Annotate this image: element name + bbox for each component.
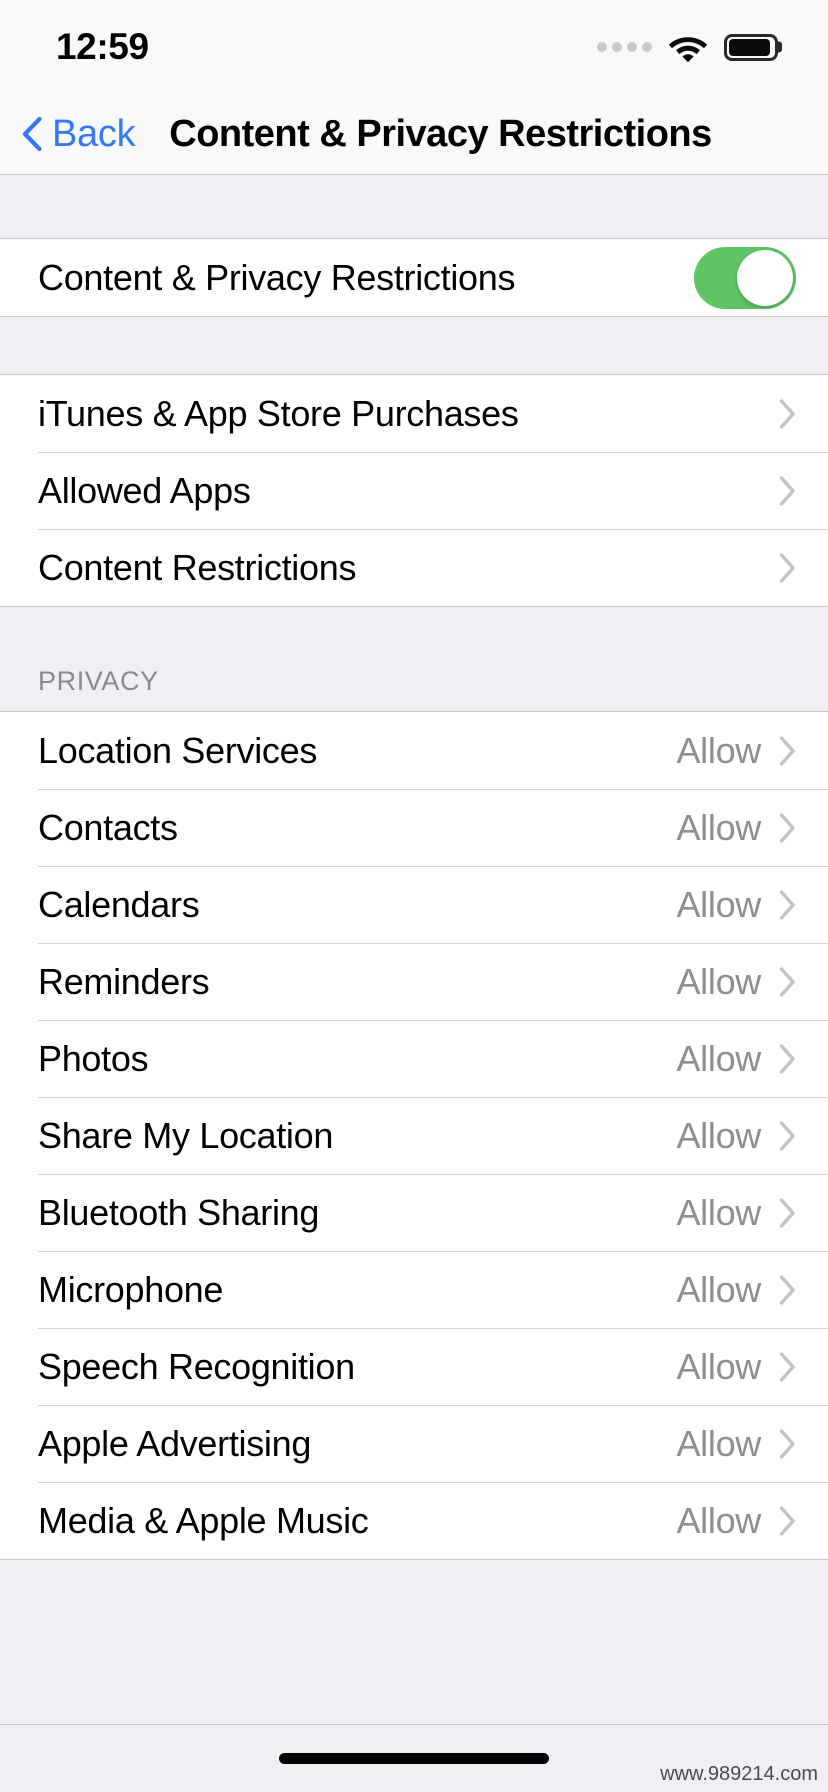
row-value: Allow — [676, 1422, 761, 1464]
row-location-services[interactable]: Location Services Allow — [0, 712, 828, 789]
row-allowed-apps[interactable]: Allowed Apps — [0, 452, 828, 529]
row-photos[interactable]: Photos Allow — [0, 1020, 828, 1097]
page-title: Content & Privacy Restrictions — [169, 112, 712, 155]
section-gap-middle — [0, 317, 828, 374]
watermark: www.989214.com — [660, 1763, 818, 1785]
row-value: Allow — [676, 1114, 761, 1156]
chevron-right-icon — [779, 552, 796, 583]
row-label: Location Services — [38, 729, 318, 771]
privacy-section-header: PRIVACY — [0, 607, 828, 711]
row-label: iTunes & App Store Purchases — [38, 392, 519, 434]
row-content-restrictions[interactable]: Content Restrictions — [0, 529, 828, 606]
row-label: Contacts — [38, 806, 178, 848]
settings-list[interactable]: Content & Privacy Restrictions iTunes & … — [0, 175, 828, 1724]
row-label: Apple Advertising — [38, 1422, 312, 1464]
row-value: Allow — [676, 960, 761, 1002]
row-label: Allowed Apps — [38, 469, 251, 511]
row-value: Allow — [676, 1268, 761, 1310]
row-value: Allow — [676, 1345, 761, 1387]
row-label: Content & Privacy Restrictions — [38, 256, 516, 298]
row-share-my-location[interactable]: Share My Location Allow — [0, 1097, 828, 1174]
row-value: Allow — [676, 806, 761, 848]
row-label: Bluetooth Sharing — [38, 1191, 320, 1233]
chevron-right-icon — [779, 966, 796, 997]
row-microphone[interactable]: Microphone Allow — [0, 1251, 828, 1328]
privacy-section-header-label: PRIVACY — [38, 666, 159, 696]
content-privacy-restrictions-toggle[interactable] — [694, 246, 796, 309]
battery-level — [729, 38, 770, 56]
wifi-icon — [668, 33, 708, 62]
chevron-right-icon — [779, 398, 796, 429]
row-contacts[interactable]: Contacts Allow — [0, 789, 828, 866]
row-apple-advertising[interactable]: Apple Advertising Allow — [0, 1405, 828, 1482]
status-indicators — [597, 33, 778, 62]
chevron-right-icon — [779, 889, 796, 920]
row-label: Microphone — [38, 1268, 224, 1310]
battery-icon — [724, 33, 778, 61]
status-time: 12:59 — [56, 26, 149, 67]
privacy-group: Location Services Allow Contacts Allow Calen… — [0, 711, 828, 1560]
row-calendars[interactable]: Calendars Allow — [0, 866, 828, 943]
chevron-right-icon — [779, 1351, 796, 1382]
row-itunes-app-store-purchases[interactable]: iTunes & App Store Purchases — [0, 375, 828, 452]
chevron-right-icon — [779, 475, 796, 506]
row-value: Allow — [676, 883, 761, 925]
chevron-right-icon — [779, 812, 796, 843]
back-button-label: Back — [52, 112, 136, 155]
section-gap-top — [0, 175, 828, 238]
chevron-right-icon — [779, 1274, 796, 1305]
master-toggle-group: Content & Privacy Restrictions — [0, 238, 828, 317]
row-reminders[interactable]: Reminders Allow — [0, 943, 828, 1020]
row-value: Allow — [676, 1037, 761, 1079]
row-value: Allow — [676, 1191, 761, 1233]
row-label: Photos — [38, 1037, 149, 1079]
row-label: Reminders — [38, 960, 210, 1002]
status-bar: 12:59 — [0, 0, 828, 94]
row-media-apple-music[interactable]: Media & Apple Music Allow — [0, 1482, 828, 1559]
chevron-right-icon — [779, 1428, 796, 1459]
chevron-right-icon — [779, 735, 796, 766]
row-label: Share My Location — [38, 1114, 334, 1156]
row-label: Calendars — [38, 883, 200, 925]
row-speech-recognition[interactable]: Speech Recognition Allow — [0, 1328, 828, 1405]
restrictions-group: iTunes & App Store Purchases Allowed Apps… — [0, 374, 828, 607]
chevron-right-icon — [779, 1505, 796, 1536]
row-label: Media & Apple Music — [38, 1499, 369, 1541]
row-value: Allow — [676, 729, 761, 771]
row-label: Speech Recognition — [38, 1345, 355, 1387]
chevron-right-icon — [779, 1043, 796, 1074]
chevron-left-icon — [22, 116, 42, 152]
chevron-right-icon — [779, 1120, 796, 1151]
signal-dots-icon — [597, 42, 652, 52]
home-bar-area: www.989214.com — [0, 1724, 828, 1792]
back-button[interactable]: Back — [22, 112, 136, 156]
row-content-privacy-restrictions[interactable]: Content & Privacy Restrictions — [0, 239, 828, 316]
iphone-screen: 12:59 Back Content & Privacy Restriction… — [0, 0, 828, 1792]
row-bluetooth-sharing[interactable]: Bluetooth Sharing Allow — [0, 1174, 828, 1251]
home-indicator[interactable] — [279, 1753, 549, 1764]
toggle-knob — [737, 249, 793, 306]
row-value: Allow — [676, 1499, 761, 1541]
row-label: Content Restrictions — [38, 546, 357, 588]
navigation-bar: Back Content & Privacy Restrictions — [0, 94, 828, 175]
chevron-right-icon — [779, 1197, 796, 1228]
